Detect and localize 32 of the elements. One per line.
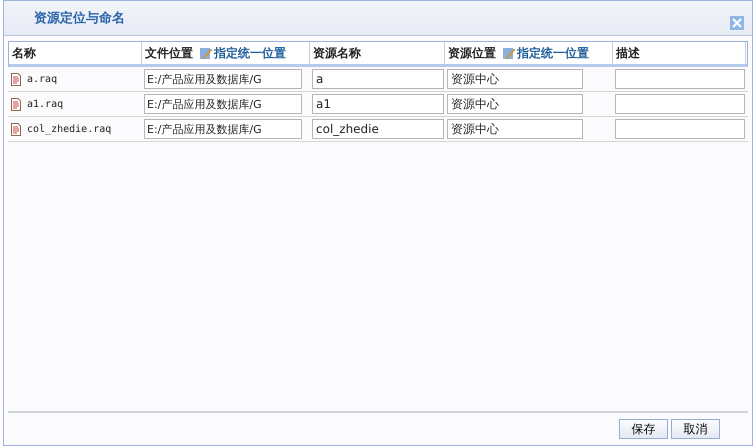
set-location-link[interactable]: 指定统一位置 bbox=[502, 44, 589, 62]
column-header: 描述 bbox=[616, 44, 640, 62]
dialog-button[interactable]: 取消 bbox=[671, 419, 720, 439]
description-field[interactable] bbox=[615, 69, 745, 89]
resource-location-field[interactable]: 资源中心 bbox=[447, 94, 583, 114]
file-name: a.raq bbox=[27, 74, 58, 84]
resource-location-field[interactable]: 资源中心 bbox=[447, 119, 583, 139]
dialog-button[interactable]: 保存 bbox=[619, 419, 668, 439]
pencil-icon bbox=[502, 46, 516, 60]
description-field[interactable] bbox=[615, 119, 745, 139]
file-icon bbox=[11, 98, 21, 110]
column-header: 资源名称 bbox=[313, 44, 361, 62]
close-icon bbox=[732, 18, 742, 28]
set-location-link[interactable]: 指定统一位置 bbox=[199, 44, 286, 62]
column-header: 名称 bbox=[12, 44, 36, 62]
file-location-field[interactable]: E:/产品应用及数据库/G bbox=[144, 69, 302, 89]
file-icon bbox=[11, 72, 21, 86]
file-location-field[interactable]: E:/产品应用及数据库/G bbox=[144, 119, 302, 139]
description-field[interactable] bbox=[615, 94, 745, 114]
dialog-title: 资源定位与命名 bbox=[34, 10, 126, 27]
file-location-field[interactable]: E:/产品应用及数据库/G bbox=[144, 94, 302, 114]
file-icon bbox=[11, 122, 21, 136]
pencil-icon bbox=[199, 46, 213, 60]
column-header: 资源位置 bbox=[448, 44, 496, 62]
file-name: a1.raq bbox=[27, 98, 64, 110]
resource-name-field[interactable]: a1 bbox=[312, 94, 444, 114]
resource-location-field[interactable]: 资源中心 bbox=[447, 69, 583, 89]
file-name: col_zhedie.raq bbox=[27, 124, 112, 134]
resource-name-field[interactable]: col_zhedie bbox=[312, 119, 444, 139]
column-header: 文件位置 bbox=[145, 44, 193, 62]
close-button[interactable] bbox=[730, 16, 744, 30]
resource-name-field[interactable]: a bbox=[312, 69, 444, 89]
